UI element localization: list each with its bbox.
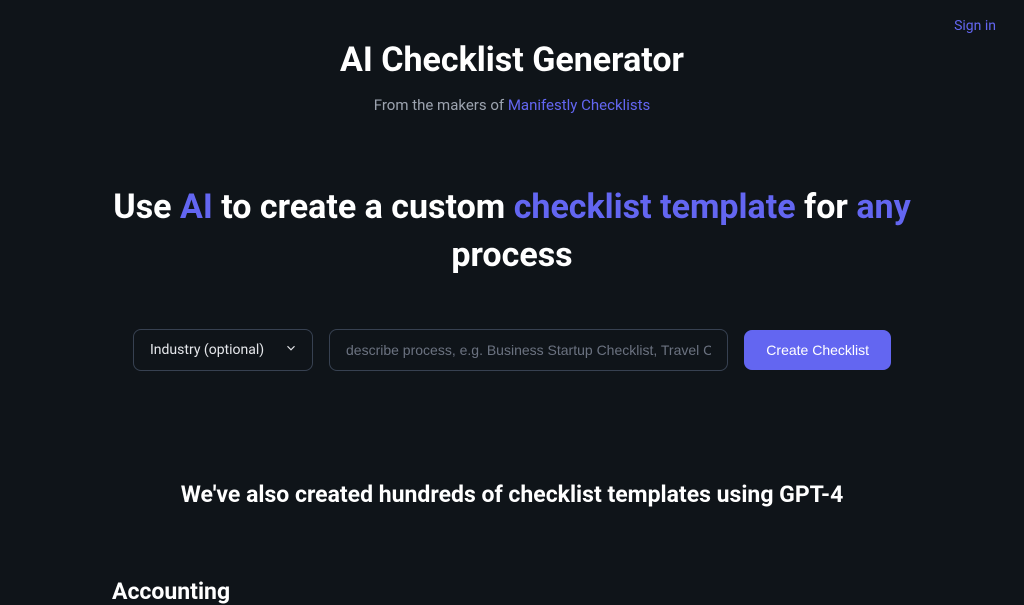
sign-in-link[interactable]: Sign in <box>954 18 996 34</box>
hero-highlight-ai: AI <box>180 187 213 227</box>
hero-highlight-template: checklist template <box>514 187 796 227</box>
industry-dropdown[interactable]: Industry (optional) <box>133 329 313 371</box>
templates-section-heading: We've also created hundreds of checklist… <box>181 481 844 508</box>
subtitle: From the makers of Manifestly Checklists <box>374 96 651 114</box>
process-input[interactable] <box>329 329 728 371</box>
page-title: AI Checklist Generator <box>340 40 684 80</box>
hero-text-3: for <box>796 187 857 227</box>
hero-highlight-any: any <box>856 187 910 227</box>
form-row: Industry (optional) Create Checklist <box>113 329 911 371</box>
hero-text-1: Use <box>113 187 180 227</box>
hero-text-2: to create a custom <box>213 187 514 227</box>
create-checklist-button[interactable]: Create Checklist <box>744 330 891 370</box>
category-accounting: Accounting <box>112 578 230 605</box>
dropdown-label: Industry (optional) <box>150 342 264 358</box>
hero-heading: Use AI to create a custom checklist temp… <box>62 184 962 279</box>
main-container: AI Checklist Generator From the makers o… <box>0 0 1024 605</box>
subtitle-prefix: From the makers of <box>374 96 508 114</box>
subtitle-link[interactable]: Manifestly Checklists <box>508 96 650 114</box>
chevron-down-icon <box>284 341 298 359</box>
hero-text-4: process <box>451 235 572 275</box>
